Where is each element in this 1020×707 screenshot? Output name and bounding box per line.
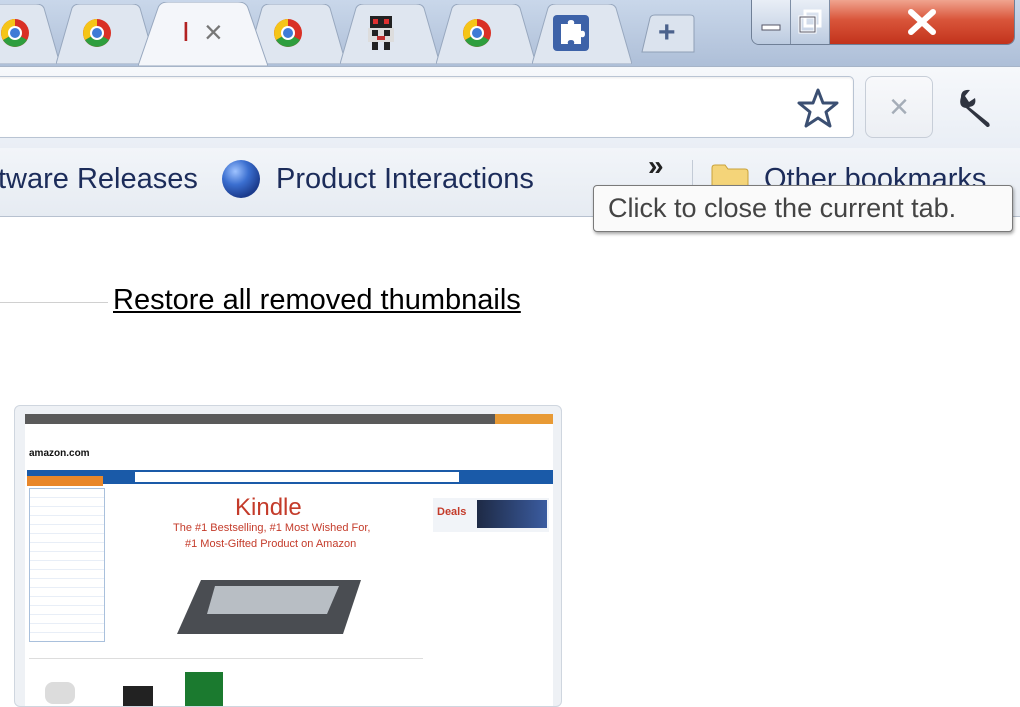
close-window-button[interactable] <box>830 0 1014 44</box>
tab-active[interactable]: I × <box>138 2 268 66</box>
chrome-logo-icon <box>463 19 491 47</box>
thumb-tagline-1: The #1 Bestselling, #1 Most Wished For, <box>173 522 371 534</box>
kindle-device-image <box>177 580 361 634</box>
tab-chrome-1[interactable] <box>0 4 60 64</box>
thumb-site-logo: amazon.com <box>29 448 90 459</box>
pixel-character-icon <box>368 16 394 50</box>
new-tab-button[interactable]: + <box>636 14 700 54</box>
bookmark-software-releases[interactable]: tware Releases <box>0 158 198 200</box>
chrome-logo-icon <box>83 19 111 47</box>
thumb-search-field <box>219 472 459 482</box>
thumb-deals-image <box>477 500 547 528</box>
globe-icon <box>222 160 260 198</box>
section-divider <box>0 302 108 303</box>
thumb-topnav <box>25 414 553 424</box>
thumb-headline: Kindle <box>235 494 302 521</box>
tooltip: Click to close the current tab. <box>593 185 1013 232</box>
restore-thumbnails-link[interactable]: Restore all removed thumbnails <box>113 284 521 317</box>
thumb-product-image <box>123 686 153 706</box>
thumb-tagline-2: #1 Most-Gifted Product on Amazon <box>185 538 357 550</box>
tab-extensions[interactable] <box>532 4 632 64</box>
window-controls <box>751 0 1015 45</box>
bookmark-label: tware Releases <box>0 162 198 195</box>
thumbnail-preview: amazon.com Kindle The #1 Bestselling, #1… <box>25 414 553 706</box>
bookmarks-overflow-chevron[interactable]: » <box>648 150 664 182</box>
restore-button[interactable] <box>791 0 830 44</box>
thumb-bottom-divider <box>29 658 423 659</box>
chevron-double-right-icon: » <box>648 150 664 181</box>
thumb-topnav-accent <box>495 414 553 424</box>
thumb-dept-header <box>27 476 103 486</box>
tab-pixel-app[interactable] <box>340 4 440 64</box>
thumb-deals-label: Deals <box>437 506 467 518</box>
address-bar[interactable] <box>0 76 854 138</box>
most-visited-thumbnail[interactable]: amazon.com Kindle The #1 Bestselling, #1… <box>14 405 562 707</box>
minimize-button[interactable] <box>752 0 791 44</box>
tab-chrome-4[interactable] <box>436 4 536 64</box>
minimize-icon <box>761 24 781 31</box>
bookmark-label: Product Interactions <box>276 162 534 195</box>
bookmark-product-interactions[interactable]: Product Interactions <box>220 158 534 200</box>
tab-title: I <box>182 16 190 47</box>
stop-button[interactable]: × <box>865 76 933 138</box>
chrome-logo-icon <box>1 19 29 47</box>
toolbar: × <box>0 66 1020 149</box>
tooltip-text: Click to close the current tab. <box>608 193 957 223</box>
stop-icon: × <box>889 87 909 126</box>
thumb-left-nav <box>29 488 105 642</box>
bookmark-star-icon[interactable] <box>797 87 839 129</box>
tab-close-icon[interactable]: × <box>204 14 223 51</box>
plus-icon: + <box>658 16 676 49</box>
wrench-icon[interactable] <box>953 87 999 129</box>
restore-icon <box>798 9 822 34</box>
chrome-logo-icon <box>274 19 302 47</box>
tab-strip: I × + <box>0 0 1020 66</box>
close-icon <box>908 9 936 35</box>
puzzle-extension-icon <box>553 15 589 51</box>
